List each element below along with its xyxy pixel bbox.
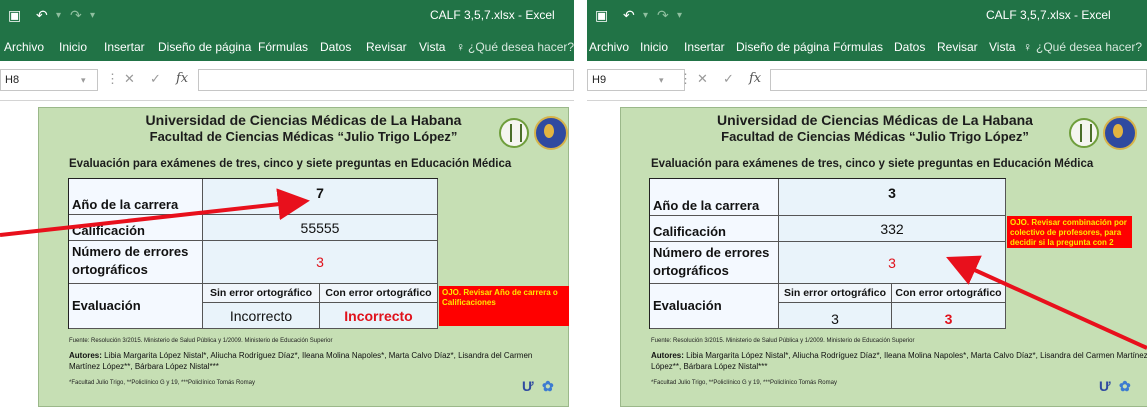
excel-window-right: ▣ ↶ ▾ ↷ ▾ CALF 3,5,7.xlsx - Excel Archiv… — [587, 0, 1147, 408]
excel-window-left: ▣ ↶ ▾ ↷ ▾ CALF 3,5,7.xlsx - Excel Archiv… — [0, 0, 574, 408]
red-arrow-annotation — [0, 188, 310, 237]
red-arrow-annotation — [946, 255, 1147, 350]
pane-separator — [574, 0, 587, 408]
